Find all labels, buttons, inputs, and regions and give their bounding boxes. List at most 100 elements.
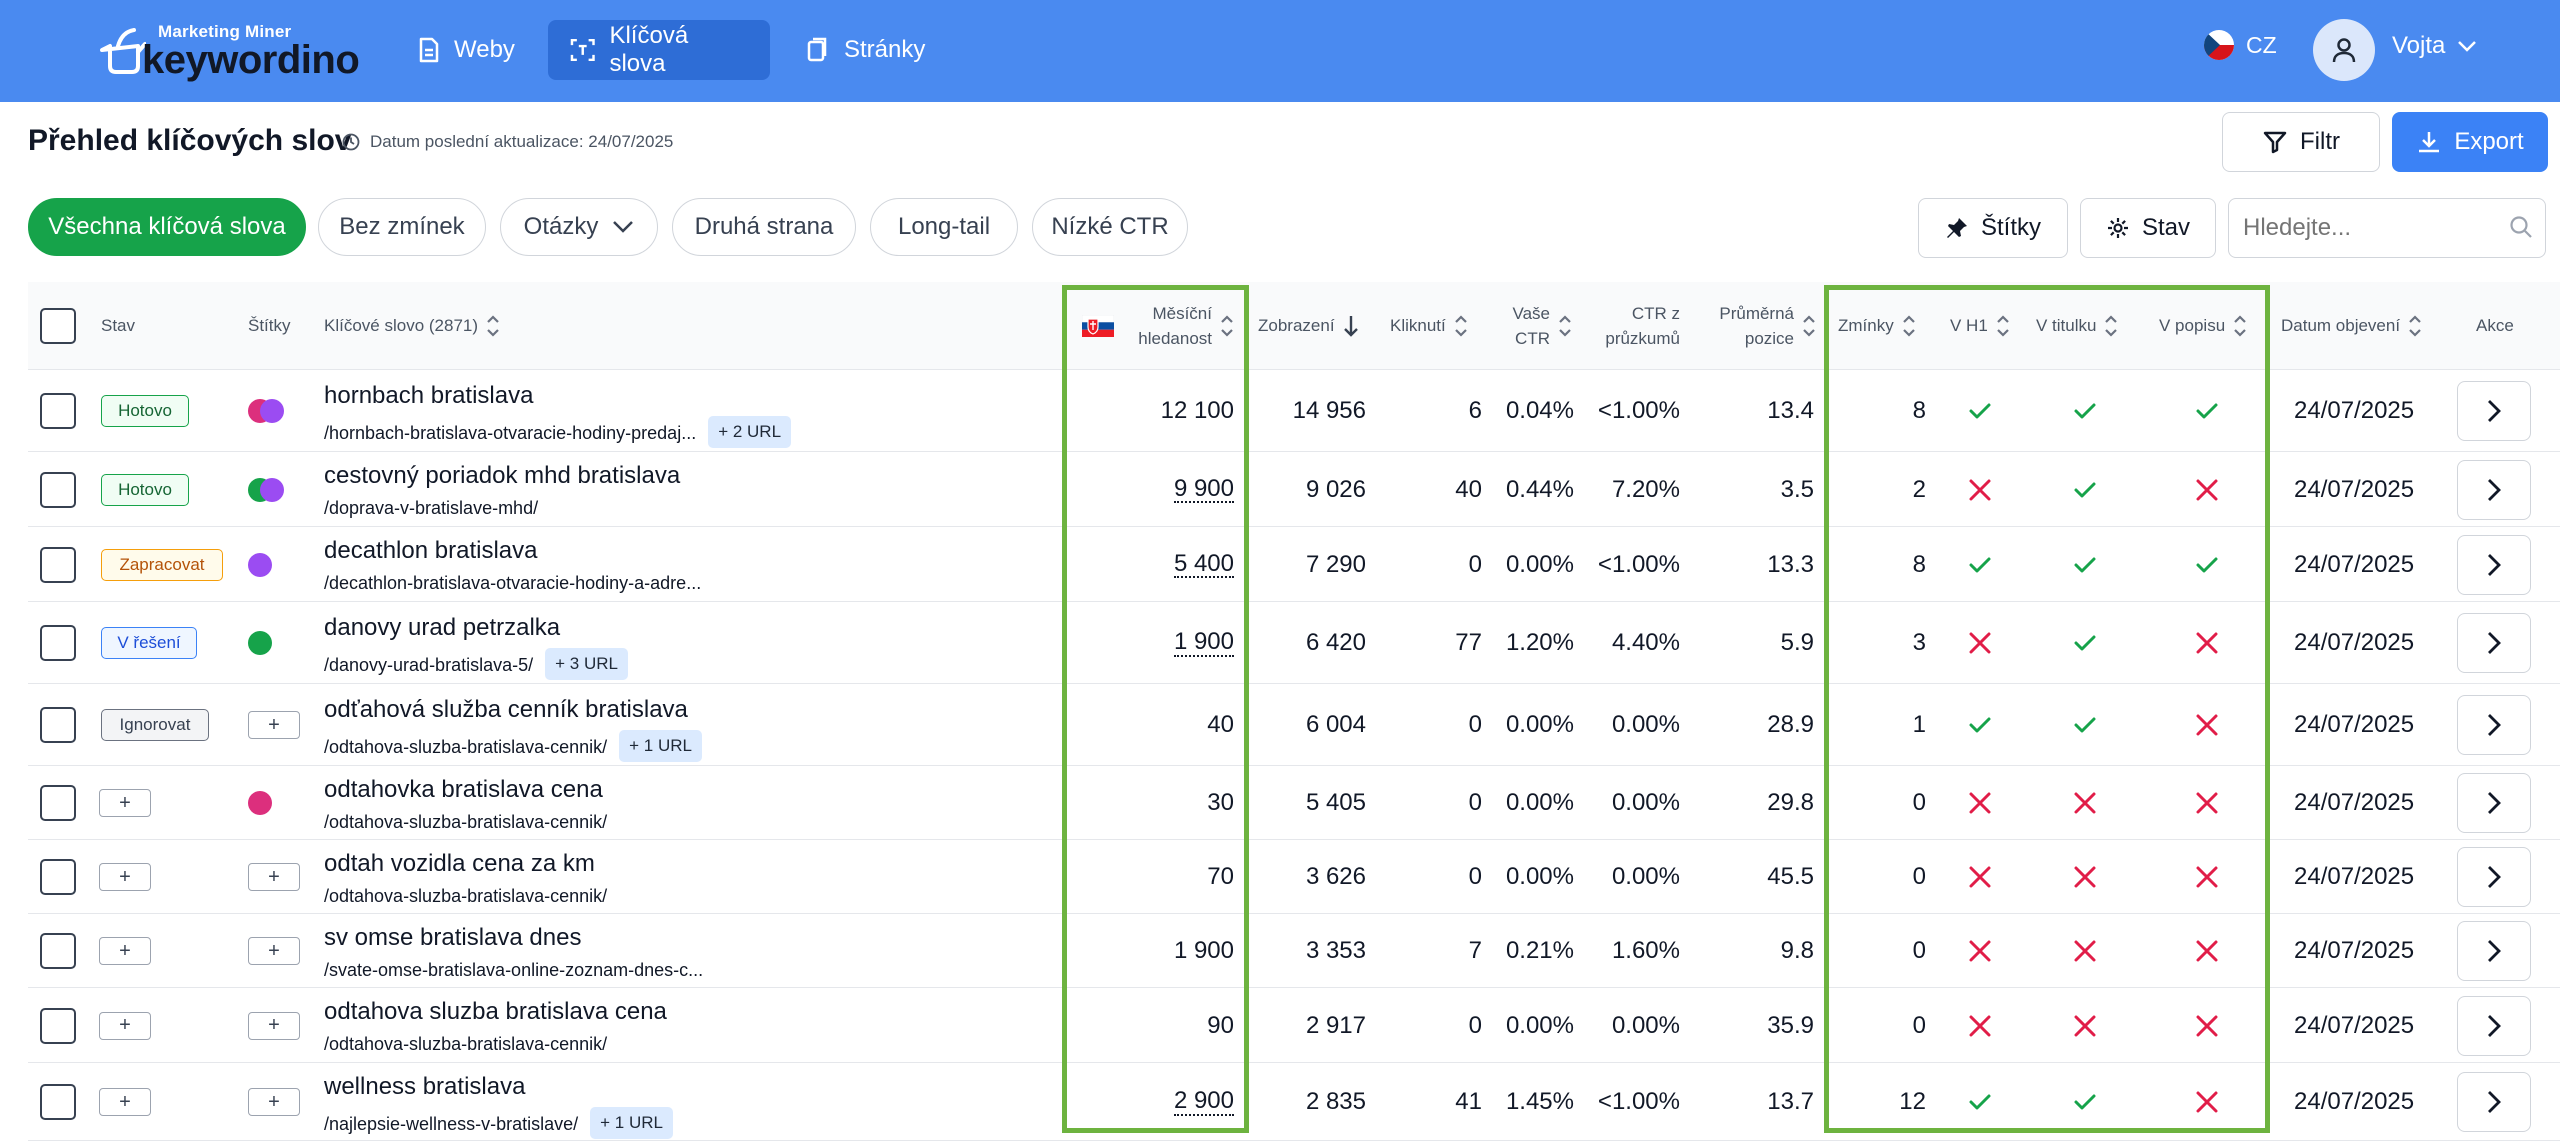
add-tag-button[interactable]: + bbox=[248, 1088, 300, 1116]
open-detail-button[interactable] bbox=[2457, 534, 2531, 595]
search-volume-value[interactable]: 2 900 bbox=[1173, 1088, 1234, 1116]
filter-no-mentions[interactable]: Bez zmínek bbox=[318, 198, 486, 256]
state-button[interactable]: Stav bbox=[2080, 198, 2216, 258]
column-search-volume[interactable]: Měsíční hledanost bbox=[1082, 282, 1234, 370]
column-ctr[interactable]: Vaše CTR bbox=[1500, 282, 1572, 370]
open-detail-button[interactable] bbox=[2457, 381, 2531, 441]
keyword-text[interactable]: danovy urad petrzalka bbox=[324, 614, 560, 642]
open-detail-button[interactable] bbox=[2457, 459, 2531, 520]
row-checkbox[interactable] bbox=[40, 546, 76, 583]
row-checkbox[interactable] bbox=[40, 785, 76, 821]
nav-weby[interactable]: Weby bbox=[396, 20, 537, 80]
tag-dot[interactable] bbox=[248, 791, 272, 815]
url-text[interactable]: /odtahova-sluzba-bratislava-cennik/ bbox=[324, 812, 607, 833]
search-icon[interactable] bbox=[2508, 214, 2534, 240]
add-tag-button[interactable]: + bbox=[248, 1011, 300, 1040]
keyword-url[interactable]: /decathlon-bratislava-otvaracie-hodiny-a… bbox=[324, 573, 701, 594]
open-detail-button[interactable] bbox=[2457, 613, 2531, 673]
row-checkbox[interactable] bbox=[40, 625, 76, 661]
keyword-text[interactable]: odtahovka bratislava cena bbox=[324, 776, 603, 804]
avatar[interactable] bbox=[2313, 19, 2375, 81]
add-status-button[interactable]: + bbox=[99, 1088, 151, 1116]
tag-dot[interactable] bbox=[260, 399, 284, 423]
keyword-text[interactable]: wellness bratislava bbox=[324, 1073, 525, 1101]
column-avg-position[interactable]: Průměrná pozice bbox=[1700, 282, 1816, 370]
column-clicks[interactable]: Kliknutí bbox=[1390, 282, 1468, 370]
column-discovered[interactable]: Datum objevení bbox=[2281, 282, 2422, 370]
open-detail-button[interactable] bbox=[2457, 847, 2531, 907]
search-volume-value[interactable]: 5 400 bbox=[1173, 551, 1234, 579]
tag-dot[interactable] bbox=[260, 477, 284, 502]
add-tag-button[interactable]: + bbox=[248, 937, 300, 965]
url-text[interactable]: /decathlon-bratislava-otvaracie-hodiny-a… bbox=[324, 573, 701, 594]
url-text[interactable]: /odtahova-sluzba-bratislava-cennik/ bbox=[324, 737, 607, 758]
keyword-text[interactable]: odtah vozidla cena za km bbox=[324, 850, 595, 878]
url-text[interactable]: /svate-omse-bratislava-online-zoznam-dne… bbox=[324, 960, 703, 981]
filter-second-page[interactable]: Druhá strana bbox=[672, 198, 856, 256]
add-status-button[interactable]: + bbox=[99, 863, 151, 891]
keyword-url[interactable]: /odtahova-sluzba-bratislava-cennik/ bbox=[324, 812, 607, 833]
extra-url-badge[interactable]: + 3 URL bbox=[545, 648, 628, 680]
nav-stranky[interactable]: Stránky bbox=[784, 20, 947, 80]
keyword-text[interactable]: sv omse bratislava dnes bbox=[324, 924, 581, 952]
url-text[interactable]: /odtahova-sluzba-bratislava-cennik/ bbox=[324, 886, 607, 907]
tags-button[interactable]: Štítky bbox=[1918, 198, 2068, 258]
status-badge[interactable]: Zapracovat bbox=[101, 548, 223, 581]
add-status-button[interactable]: + bbox=[99, 937, 151, 965]
keyword-text[interactable]: cestovný poriadok mhd bratislava bbox=[324, 462, 680, 490]
add-status-button[interactable]: + bbox=[99, 789, 151, 817]
filter-long-tail[interactable]: Long-tail bbox=[870, 198, 1018, 256]
column-in-description[interactable]: V popisu bbox=[2159, 282, 2247, 370]
keywordino-logo[interactable]: Marketing Miner keywordino bbox=[96, 20, 360, 82]
url-text[interactable]: /hornbach-bratislava-otvaracie-hodiny-pr… bbox=[324, 423, 696, 444]
filter-questions[interactable]: Otázky bbox=[500, 198, 658, 256]
language-switch[interactable]: CZ bbox=[2204, 30, 2277, 60]
select-all-checkbox[interactable] bbox=[40, 308, 76, 344]
column-stitky[interactable]: Štítky bbox=[248, 282, 291, 370]
column-in-h1[interactable]: V H1 bbox=[1950, 282, 2010, 370]
keyword-url[interactable]: /odtahova-sluzba-bratislava-cennik/ bbox=[324, 886, 607, 907]
keyword-text[interactable]: odťahová služba cenník bratislava bbox=[324, 696, 688, 724]
keyword-url[interactable]: /danovy-urad-bratislava-5/ + 3 URL bbox=[324, 648, 628, 680]
add-status-button[interactable]: + bbox=[99, 1011, 151, 1040]
column-impressions[interactable]: Zobrazení bbox=[1258, 282, 1359, 370]
search-volume-value[interactable]: 1 900 bbox=[1173, 629, 1234, 657]
keyword-url[interactable]: /hornbach-bratislava-otvaracie-hodiny-pr… bbox=[324, 416, 792, 448]
keyword-url[interactable]: /doprava-v-bratislave-mhd/ bbox=[324, 498, 538, 519]
row-checkbox[interactable] bbox=[40, 933, 76, 969]
export-button[interactable]: Export bbox=[2392, 112, 2548, 172]
row-checkbox[interactable] bbox=[40, 1084, 76, 1120]
url-text[interactable]: /doprava-v-bratislave-mhd/ bbox=[324, 498, 538, 519]
url-text[interactable]: /odtahova-sluzba-bratislava-cennik/ bbox=[324, 1034, 607, 1055]
keyword-url[interactable]: /odtahova-sluzba-bratislava-cennik/ bbox=[324, 1034, 607, 1055]
status-badge[interactable]: V řešení bbox=[101, 627, 197, 659]
tag-dot[interactable] bbox=[248, 552, 272, 577]
status-badge[interactable]: Ignorovat bbox=[101, 709, 209, 741]
row-checkbox[interactable] bbox=[40, 707, 76, 743]
url-text[interactable]: /najlepsie-wellness-v-bratislave/ bbox=[324, 1114, 578, 1135]
column-keyword[interactable]: Klíčové slovo (2871) bbox=[324, 282, 500, 370]
filter-low-ctr[interactable]: Nízké CTR bbox=[1032, 198, 1188, 256]
search-volume-value[interactable]: 9 900 bbox=[1173, 476, 1234, 504]
keyword-url[interactable]: /odtahova-sluzba-bratislava-cennik/ + 1 U… bbox=[324, 730, 702, 762]
open-detail-button[interactable] bbox=[2457, 695, 2531, 755]
status-badge[interactable]: Hotovo bbox=[101, 473, 189, 506]
keyword-text[interactable]: odtahova sluzba bratislava cena bbox=[324, 998, 667, 1026]
keyword-url[interactable]: /svate-omse-bratislava-online-zoznam-dne… bbox=[324, 960, 703, 981]
row-checkbox[interactable] bbox=[40, 393, 76, 429]
row-checkbox[interactable] bbox=[40, 471, 76, 508]
keyword-url[interactable]: /najlepsie-wellness-v-bratislave/ + 1 URL bbox=[324, 1107, 673, 1139]
column-stav[interactable]: Stav bbox=[101, 282, 135, 370]
nav-klicova-slova[interactable]: Klíčová slova bbox=[548, 20, 770, 80]
row-checkbox[interactable] bbox=[40, 859, 76, 895]
user-menu[interactable]: Vojta bbox=[2392, 32, 2477, 60]
extra-url-badge[interactable]: + 1 URL bbox=[590, 1107, 673, 1139]
column-mentions[interactable]: Zmínky bbox=[1838, 282, 1916, 370]
open-detail-button[interactable] bbox=[2457, 995, 2531, 1056]
add-tag-button[interactable]: + bbox=[248, 863, 300, 891]
row-checkbox[interactable] bbox=[40, 1007, 76, 1044]
column-ctr-survey[interactable]: CTR z průzkumů bbox=[1605, 282, 1680, 370]
filter-all-keywords[interactable]: Všechna klíčová slova bbox=[28, 198, 306, 256]
open-detail-button[interactable] bbox=[2457, 1072, 2531, 1132]
url-text[interactable]: /danovy-urad-bratislava-5/ bbox=[324, 655, 533, 676]
